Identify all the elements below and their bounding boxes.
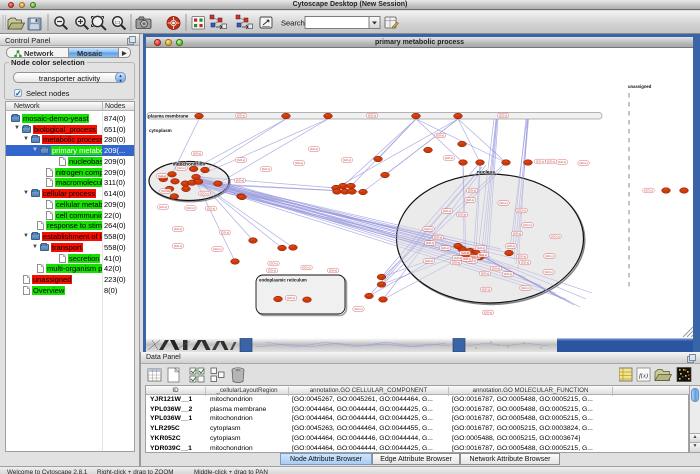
svg-text:[GO-x]: [GO-x] [201, 192, 209, 196]
svg-text:[GO-x]: [GO-x] [518, 255, 526, 259]
svg-text:[GO-x]: [GO-x] [193, 152, 201, 156]
svg-text:cytoplasm: cytoplasm [149, 128, 172, 133]
svg-text:[GO-x]: [GO-x] [187, 206, 195, 210]
svg-text:[GO-x]: [GO-x] [504, 272, 512, 276]
svg-text:[GO-x]: [GO-x] [461, 251, 469, 255]
svg-text:[GO-x]: [GO-x] [368, 114, 376, 118]
svg-text:[GO-x]: [GO-x] [174, 227, 182, 231]
svg-text:[GO-x]: [GO-x] [521, 261, 529, 265]
svg-text:[GO-x]: [GO-x] [295, 161, 303, 165]
svg-text:[GO-x]: [GO-x] [355, 307, 363, 311]
svg-text:[GO-x]: [GO-x] [481, 272, 489, 276]
svg-text:[GO-x]: [GO-x] [547, 160, 555, 164]
svg-text:plasma membrane: plasma membrane [148, 114, 189, 119]
svg-text:[GO-x]: [GO-x] [237, 158, 245, 162]
svg-text:[GO-x]: [GO-x] [492, 267, 500, 271]
svg-text:[GO-x]: [GO-x] [522, 286, 530, 290]
svg-text:[GO-x]: [GO-x] [454, 256, 462, 260]
svg-text:[GO-x]: [GO-x] [158, 174, 166, 178]
svg-text:[GO-x]: [GO-x] [303, 266, 311, 270]
svg-text:[GO-x]: [GO-x] [237, 114, 245, 118]
svg-text:[GO-x]: [GO-x] [477, 246, 485, 250]
svg-text:1:1: 1:1 [115, 19, 121, 24]
svg-text:[GO-x]: [GO-x] [580, 161, 588, 165]
svg-text:[GO-x]: [GO-x] [434, 236, 442, 240]
svg-text:[GO-x]: [GO-x] [162, 189, 170, 193]
svg-text:[GO-x]: [GO-x] [425, 259, 433, 263]
svg-text:[GO-x]: [GO-x] [310, 147, 318, 151]
svg-text:[GO-x]: [GO-x] [513, 232, 521, 236]
svg-text:endoplasmic reticulum: endoplasmic reticulum [259, 278, 307, 283]
svg-text:[GO-x]: [GO-x] [466, 198, 474, 202]
svg-text:[GO-x]: [GO-x] [178, 166, 186, 170]
svg-text:[GO-x]: [GO-x] [329, 269, 337, 273]
svg-text:[GO-x]: [GO-x] [468, 189, 476, 193]
svg-text:[GO-x]: [GO-x] [499, 114, 507, 118]
svg-text:[GO-x]: [GO-x] [452, 261, 460, 265]
svg-text:[GO-x]: [GO-x] [445, 156, 453, 160]
svg-text:nucleus: nucleus [477, 170, 495, 176]
svg-text:[GO-x]: [GO-x] [484, 311, 492, 315]
svg-text:[GO-x]: [GO-x] [236, 179, 244, 183]
svg-text:[GO-x]: [GO-x] [174, 244, 182, 248]
svg-text:unassigned: unassigned [628, 84, 652, 89]
svg-text:[GO-x]: [GO-x] [482, 288, 490, 292]
svg-text:[GO-x]: [GO-x] [436, 134, 444, 138]
svg-text:[GO-x]: [GO-x] [545, 270, 553, 274]
svg-text:[GO-x]: [GO-x] [443, 209, 451, 213]
svg-text:[GO-x]: [GO-x] [262, 167, 270, 171]
svg-text:[GO-x]: [GO-x] [458, 213, 466, 217]
svg-text:[GO-x]: [GO-x] [507, 244, 515, 248]
svg-text:[GO-x]: [GO-x] [645, 189, 653, 193]
svg-text:[GO-x]: [GO-x] [441, 246, 449, 250]
svg-text:[GO-x]: [GO-x] [500, 201, 508, 205]
svg-text:[GO-x]: [GO-x] [558, 160, 566, 164]
svg-text:[GO-x]: [GO-x] [426, 241, 434, 245]
svg-text:[GO-x]: [GO-x] [524, 223, 532, 227]
svg-text:[GO-x]: [GO-x] [221, 231, 229, 235]
svg-text:Search:: Search: [281, 19, 307, 28]
svg-text:[GO-x]: [GO-x] [552, 235, 560, 239]
svg-text:[GO-x]: [GO-x] [159, 205, 167, 209]
svg-text:[GO-x]: [GO-x] [479, 253, 487, 257]
svg-text:[GO-x]: [GO-x] [518, 209, 526, 213]
svg-text:[GO-x]: [GO-x] [343, 158, 351, 162]
svg-text:[GO-x]: [GO-x] [268, 269, 276, 273]
svg-text:[GO-x]: [GO-x] [214, 247, 222, 251]
svg-text:[GO-x]: [GO-x] [207, 207, 215, 211]
svg-text:[GO-x]: [GO-x] [463, 257, 471, 261]
svg-text:[GO-x]: [GO-x] [270, 262, 278, 266]
svg-text:[GO-x]: [GO-x] [287, 296, 295, 300]
svg-text:[GO-x]: [GO-x] [536, 160, 544, 164]
svg-text:f(x): f(x) [639, 373, 648, 380]
svg-text:[GO-x]: [GO-x] [546, 254, 554, 258]
svg-text:[GO-x]: [GO-x] [425, 227, 433, 231]
